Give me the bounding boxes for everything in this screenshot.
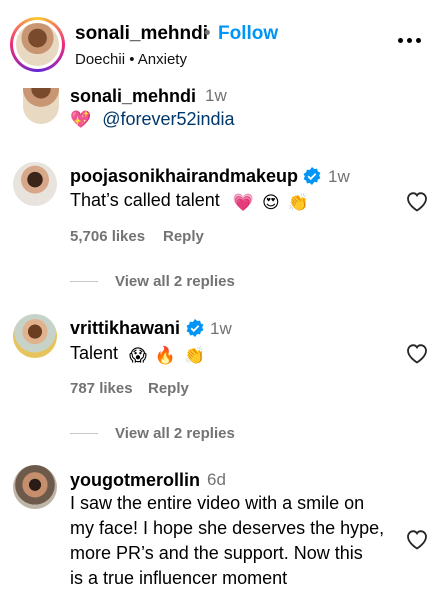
follow-button[interactable]: Follow <box>218 23 278 45</box>
reply-button[interactable]: Reply <box>148 380 189 397</box>
like-heart-icon[interactable] <box>405 342 429 364</box>
like-count[interactable]: 787 likes <box>70 380 133 397</box>
post-header: sonali_mehndi • Follow Doechii • Anxiety <box>0 0 442 88</box>
comment-username[interactable]: poojasonikhairandmakeup <box>70 166 298 187</box>
comment-text: I saw the entire video with a smile on m… <box>70 493 385 588</box>
caption-time: 1w <box>205 86 227 105</box>
audio-subtitle[interactable]: Doechii • Anxiety <box>75 51 187 68</box>
emoji: 👏 <box>184 346 206 365</box>
emoji: 😍 <box>261 193 280 212</box>
comment-avatar[interactable] <box>13 465 57 509</box>
like-heart-icon[interactable] <box>405 190 429 212</box>
emoji: 👏 <box>287 193 309 212</box>
comment-time: 1w <box>328 167 350 186</box>
verified-badge-icon <box>303 167 321 185</box>
mention-link[interactable]: @forever52india <box>102 109 234 129</box>
verified-badge-icon <box>186 319 204 337</box>
comment-avatar[interactable] <box>13 162 57 206</box>
comment-username[interactable]: vrittikhawani <box>70 318 180 339</box>
emoji: 💗 <box>232 193 254 212</box>
comment-avatar[interactable] <box>13 314 57 358</box>
header-username[interactable]: sonali_mehndi <box>75 23 208 45</box>
heart-emoji: 💖 <box>70 110 92 129</box>
story-ring-avatar[interactable] <box>10 17 65 72</box>
view-replies-button[interactable]: View all 2 replies <box>115 425 235 442</box>
caption-text: 💖 @forever52india <box>70 107 235 132</box>
comment-time: 1w <box>210 319 232 338</box>
replies-divider <box>70 281 98 282</box>
comment-text: Talent 😱 🔥 👏 <box>70 341 205 368</box>
replies-divider <box>70 433 98 434</box>
avatar <box>16 23 59 66</box>
header-separator: • <box>204 23 211 44</box>
caption-username[interactable]: sonali_mehndi <box>70 86 196 107</box>
comment-time: 6d <box>207 470 226 489</box>
emoji: 🔥 <box>154 346 176 365</box>
comment-text: That’s called talent 💗 😍 👏 <box>70 188 309 215</box>
emoji: 😱 <box>129 346 147 365</box>
like-heart-icon[interactable] <box>405 528 429 550</box>
view-replies-button[interactable]: View all 2 replies <box>115 273 235 290</box>
like-count[interactable]: 5,706 likes <box>70 228 145 245</box>
comment-username[interactable]: yougotmerollin <box>70 470 200 491</box>
more-options-icon[interactable] <box>398 36 422 44</box>
reply-button[interactable]: Reply <box>163 228 204 245</box>
